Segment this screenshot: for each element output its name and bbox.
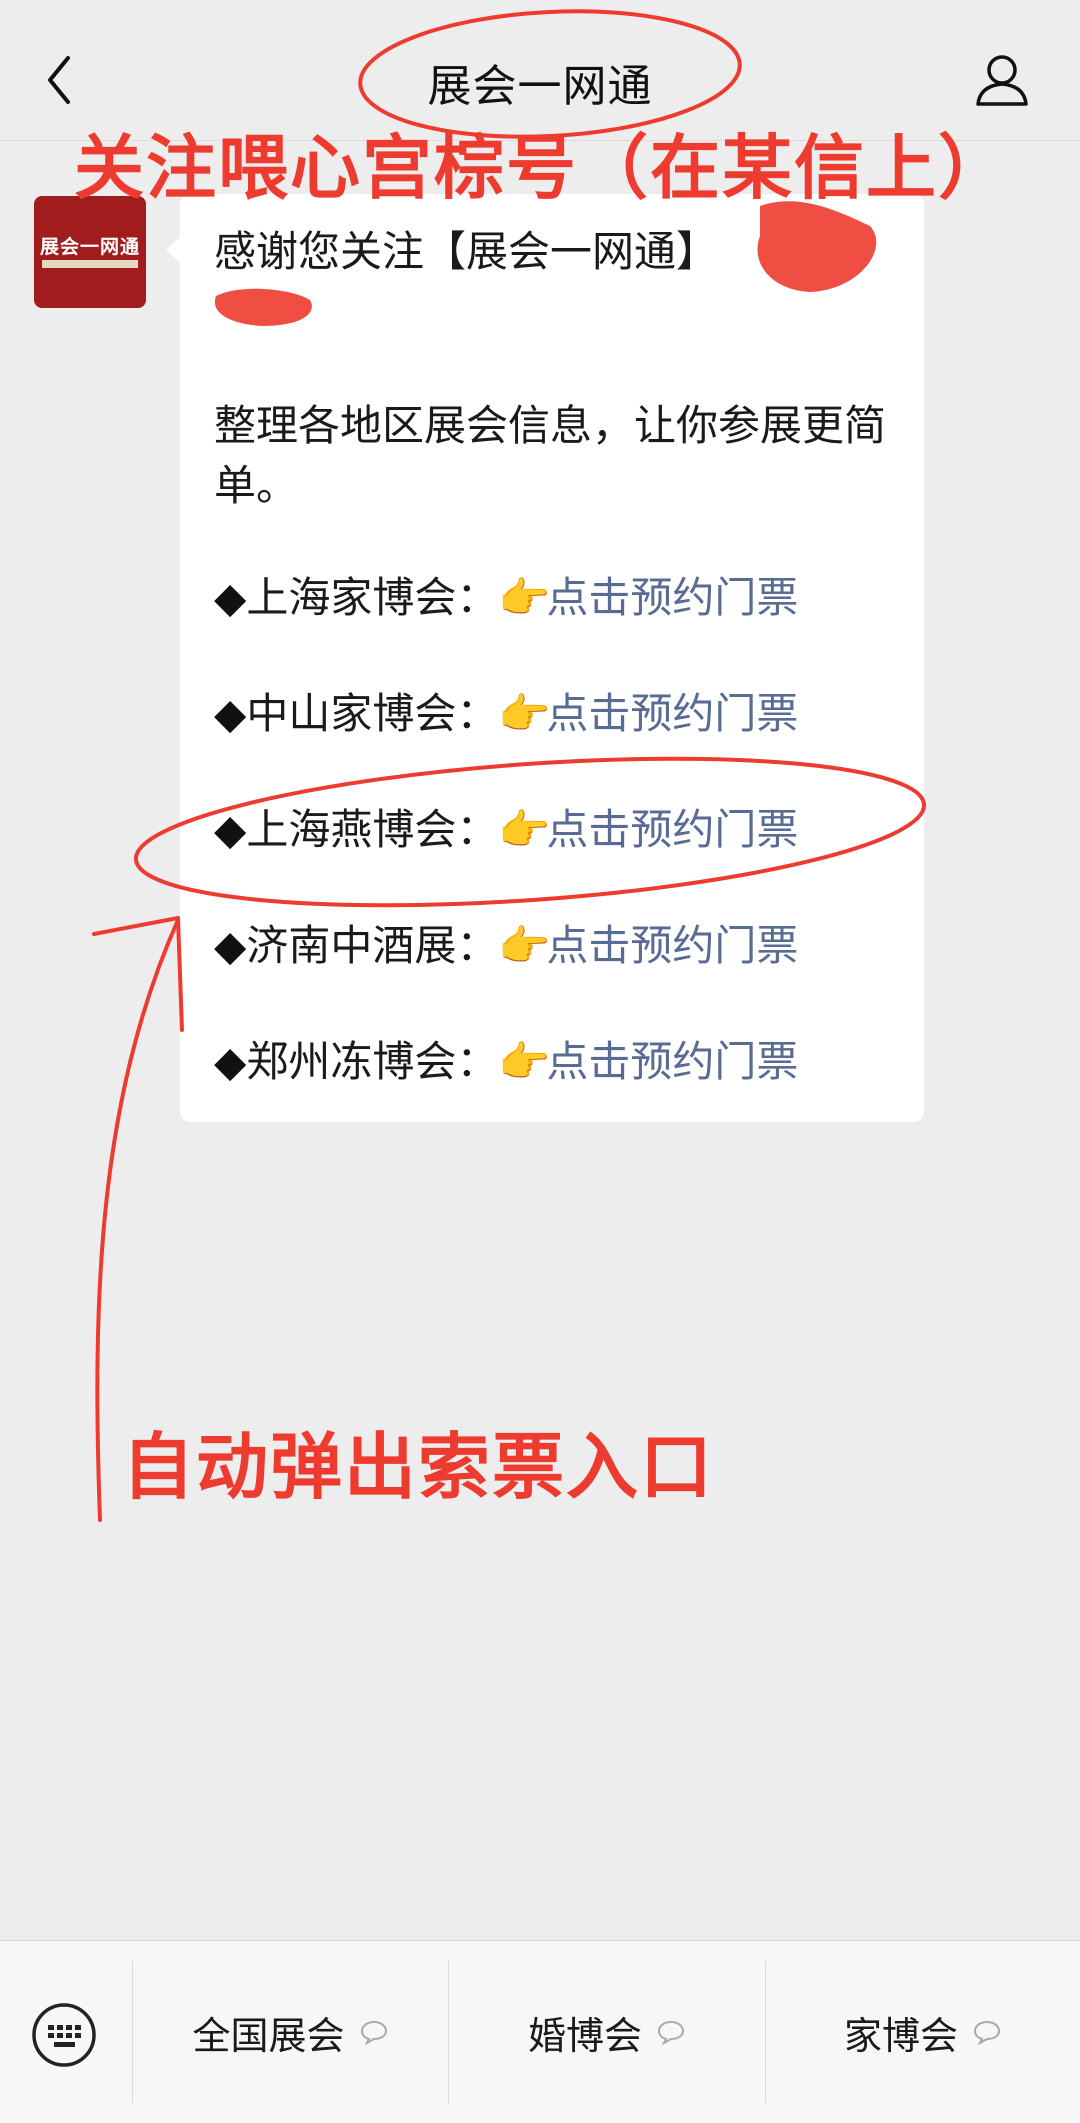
menu-item-label: 全国展会	[192, 2013, 345, 2058]
annotation-ticket-text: 自动弹出索票入口	[122, 1425, 715, 1509]
pointing-hand-icon: 👉	[498, 1037, 551, 1086]
keyboard-toggle-button[interactable]	[30, 2001, 98, 2069]
avatar-logo-text: 展会一网通	[39, 236, 140, 258]
menu-item-label: 家博会	[843, 2013, 958, 2058]
menu-item-wedding-expo[interactable]: 婚博会	[449, 1941, 765, 2123]
message-intro: 整理各地区展会信息，让你参展更简单。	[214, 401, 887, 510]
menu-item-label: 婚博会	[527, 2013, 642, 2058]
menu-item-national-expo[interactable]: 全国展会	[133, 1941, 448, 2123]
expo-name: 中山家博会：	[246, 689, 499, 738]
list-item: ◆上海家博会：👉点击预约门票	[214, 568, 798, 628]
keyboard-icon	[32, 2003, 96, 2067]
expo-name: 郑州冻博会：	[246, 1037, 499, 1086]
expo-name: 济南中酒展：	[246, 921, 499, 970]
menu-item-home-expo[interactable]: 家博会	[766, 1941, 1080, 2123]
message-greeting: 感谢您关注【展会一网通】	[214, 227, 719, 276]
avatar-logo-bar	[42, 260, 138, 268]
pointing-hand-icon: 👉	[498, 689, 551, 738]
submenu-bubble-icon	[360, 2020, 387, 2045]
expo-name: 上海燕博会：	[246, 805, 499, 854]
reserve-ticket-link[interactable]: 点击预约门票	[546, 921, 798, 970]
bullet-icon: ◆	[214, 1037, 247, 1086]
user-icon	[976, 55, 1028, 106]
bullet-icon: ◆	[214, 805, 247, 854]
reserve-ticket-link[interactable]: 点击预约门票	[546, 805, 798, 854]
message-bubble	[180, 194, 924, 1122]
bullet-icon: ◆	[214, 921, 247, 970]
list-item: ◆中山家博会：👉点击预约门票	[214, 684, 798, 744]
submenu-bubble-icon	[657, 2020, 685, 2045]
reserve-ticket-link[interactable]: 点击预约门票	[546, 573, 798, 622]
list-item: ◆郑州冻博会：👉点击预约门票	[214, 1032, 798, 1092]
submenu-bubble-icon	[973, 2020, 1001, 2045]
arrow-head-mark	[92, 916, 184, 1032]
bullet-icon: ◆	[214, 573, 247, 622]
page-title: 展会一网通	[427, 61, 653, 112]
pointing-hand-icon: 👉	[498, 921, 551, 970]
bullet-icon: ◆	[214, 689, 247, 738]
pointing-hand-icon: 👉	[498, 573, 551, 622]
pointing-hand-icon: 👉	[498, 805, 551, 854]
reserve-ticket-link[interactable]: 点击预约门票	[546, 689, 798, 738]
list-item: ◆上海燕博会：👉点击预约门票	[214, 800, 798, 860]
profile-button[interactable]	[972, 50, 1032, 110]
bubble-tail	[166, 236, 181, 264]
list-item: ◆济南中酒展：👉点击预约门票	[214, 916, 798, 976]
bottom-menu: 全国展会 婚博会 家博会	[0, 1940, 1080, 2123]
reserve-ticket-link[interactable]: 点击预约门票	[546, 1037, 798, 1086]
expo-name: 上海家博会：	[246, 573, 499, 622]
annotation-follow-text: 关注喂心宫棕号（在某信上）	[74, 127, 1010, 209]
